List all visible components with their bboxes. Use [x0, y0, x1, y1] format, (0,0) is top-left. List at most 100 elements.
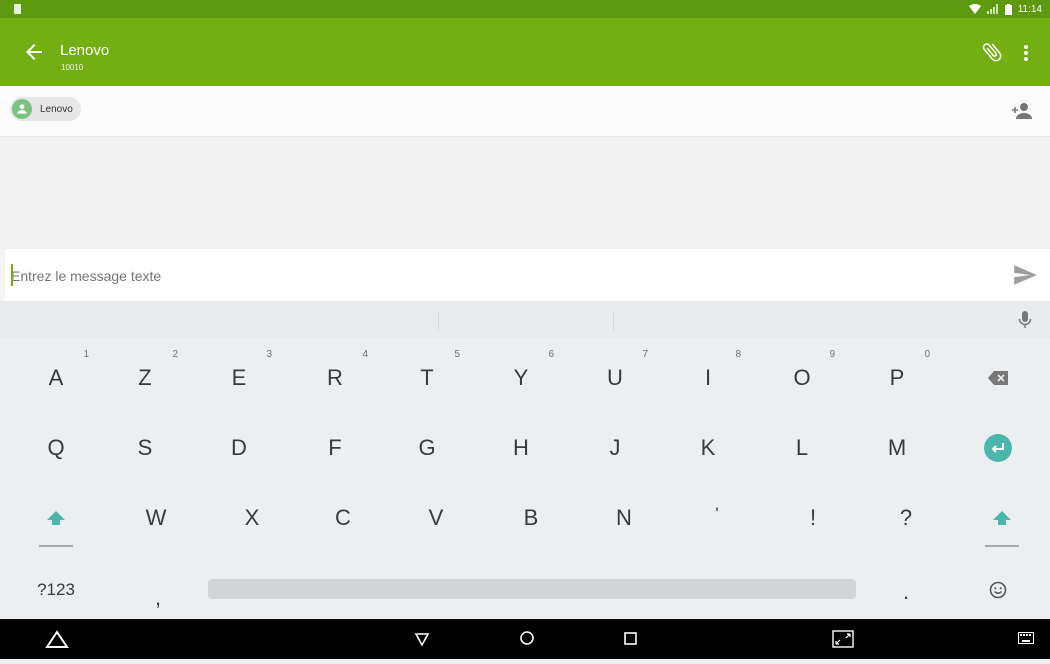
- key-label: F: [328, 435, 342, 460]
- key-label: R: [327, 365, 343, 390]
- key-hint: 8: [735, 349, 741, 360]
- key-label: .: [902, 579, 910, 604]
- key-label: ': [715, 504, 719, 523]
- key-label: D: [231, 435, 247, 460]
- emoji-icon: [989, 581, 1007, 599]
- key-hint: 3: [266, 349, 272, 360]
- key-i[interactable]: I8: [661, 343, 755, 413]
- key-label: O: [793, 365, 811, 390]
- avatar: [12, 99, 32, 119]
- recipient-chip[interactable]: Lenovo: [10, 97, 81, 121]
- app-bar: Lenovo 10010: [0, 18, 1050, 86]
- key-q[interactable]: Q: [9, 413, 103, 483]
- key-apostrophe[interactable]: ': [670, 479, 764, 549]
- key-y[interactable]: Y6: [474, 343, 568, 413]
- key-z[interactable]: Z2: [98, 343, 192, 413]
- key-label: K: [700, 435, 716, 460]
- sim-card-icon: [14, 4, 21, 14]
- key-f[interactable]: F: [288, 413, 382, 483]
- back-arrow-icon[interactable]: [22, 40, 46, 64]
- keyboard-hide-icon[interactable]: [44, 629, 70, 649]
- shift-icon: [993, 511, 1011, 525]
- back-triangle-icon[interactable]: [414, 631, 430, 647]
- key-hint: 2: [172, 349, 178, 360]
- key-label: Q: [47, 435, 65, 460]
- shift-key-right[interactable]: [955, 483, 1049, 553]
- key-g[interactable]: G: [380, 413, 474, 483]
- key-a[interactable]: A1: [9, 343, 103, 413]
- key-hint: 7: [642, 349, 648, 360]
- key-label: !: [809, 505, 817, 530]
- key-x[interactable]: X: [205, 483, 299, 553]
- bottom-strip: [0, 659, 1050, 664]
- key-d[interactable]: D: [192, 413, 286, 483]
- key-label: ?: [899, 505, 913, 530]
- key-question[interactable]: ?: [859, 483, 953, 553]
- keyboard-icon[interactable]: [1018, 632, 1034, 644]
- signal-icon: [986, 4, 998, 14]
- key-j[interactable]: J: [568, 413, 662, 483]
- key-hint: 0: [924, 349, 930, 360]
- battery-icon: [1004, 3, 1012, 15]
- key-label: T: [420, 365, 434, 390]
- key-l[interactable]: L: [755, 413, 849, 483]
- key-h[interactable]: H: [474, 413, 568, 483]
- shift-underline: [985, 545, 1019, 547]
- key-hint: 5: [454, 349, 460, 360]
- key-label: V: [428, 505, 444, 530]
- shift-key-left[interactable]: [9, 483, 103, 553]
- key-label: G: [418, 435, 436, 460]
- backspace-icon: [988, 371, 1008, 385]
- key-s[interactable]: S: [98, 413, 192, 483]
- suggestion-strip: [0, 301, 1050, 338]
- key-o[interactable]: O9: [755, 343, 849, 413]
- suggestion-divider: [613, 311, 614, 331]
- enter-key[interactable]: [951, 413, 1045, 483]
- key-w[interactable]: W: [109, 483, 203, 553]
- more-vert-icon[interactable]: [1018, 42, 1034, 64]
- key-label: S: [137, 435, 153, 460]
- send-icon[interactable]: [1012, 262, 1038, 288]
- key-label: B: [523, 505, 539, 530]
- emoji-key[interactable]: [951, 555, 1045, 625]
- add-person-icon[interactable]: [1010, 99, 1034, 123]
- microphone-icon[interactable]: [1018, 311, 1032, 329]
- conversation-title: Lenovo: [60, 42, 110, 59]
- key-label: ?123: [37, 580, 75, 599]
- key-label: I: [704, 365, 712, 390]
- home-circle-icon[interactable]: [519, 630, 535, 646]
- key-c[interactable]: C: [296, 483, 390, 553]
- key-label: Y: [513, 365, 529, 390]
- key-label: U: [607, 365, 623, 390]
- navigation-bar: [0, 619, 1050, 659]
- message-input[interactable]: [5, 261, 993, 291]
- screen-resize-icon[interactable]: [832, 630, 854, 648]
- keyboard: A1 Z2 E3 R4 T5 Y6 U7 I8 O9 P0 Q S D F G …: [0, 301, 1050, 619]
- text-caret: [11, 264, 13, 286]
- shift-icon: [47, 511, 65, 525]
- recents-square-icon[interactable]: [623, 631, 638, 646]
- key-label: M: [887, 435, 907, 460]
- paperclip-icon[interactable]: [980, 40, 1004, 64]
- key-e[interactable]: E3: [192, 343, 286, 413]
- key-p[interactable]: P0: [850, 343, 944, 413]
- key-hint: 9: [829, 349, 835, 360]
- recipient-bar: Lenovo: [0, 86, 1050, 137]
- key-period[interactable]: .: [859, 557, 953, 627]
- key-label: E: [231, 365, 247, 390]
- key-r[interactable]: R4: [288, 343, 382, 413]
- key-label: L: [795, 435, 809, 460]
- backspace-key[interactable]: [951, 343, 1045, 413]
- symbols-key[interactable]: ?123: [9, 555, 103, 625]
- key-b[interactable]: B: [484, 483, 578, 553]
- key-m[interactable]: M: [850, 413, 944, 483]
- key-t[interactable]: T5: [380, 343, 474, 413]
- key-k[interactable]: K: [661, 413, 755, 483]
- message-thread: [0, 137, 1050, 249]
- space-bar[interactable]: [208, 579, 856, 599]
- key-u[interactable]: U7: [568, 343, 662, 413]
- key-label: H: [513, 435, 529, 460]
- key-n[interactable]: N: [577, 483, 671, 553]
- key-exclamation[interactable]: !: [766, 483, 860, 553]
- key-v[interactable]: V: [389, 483, 483, 553]
